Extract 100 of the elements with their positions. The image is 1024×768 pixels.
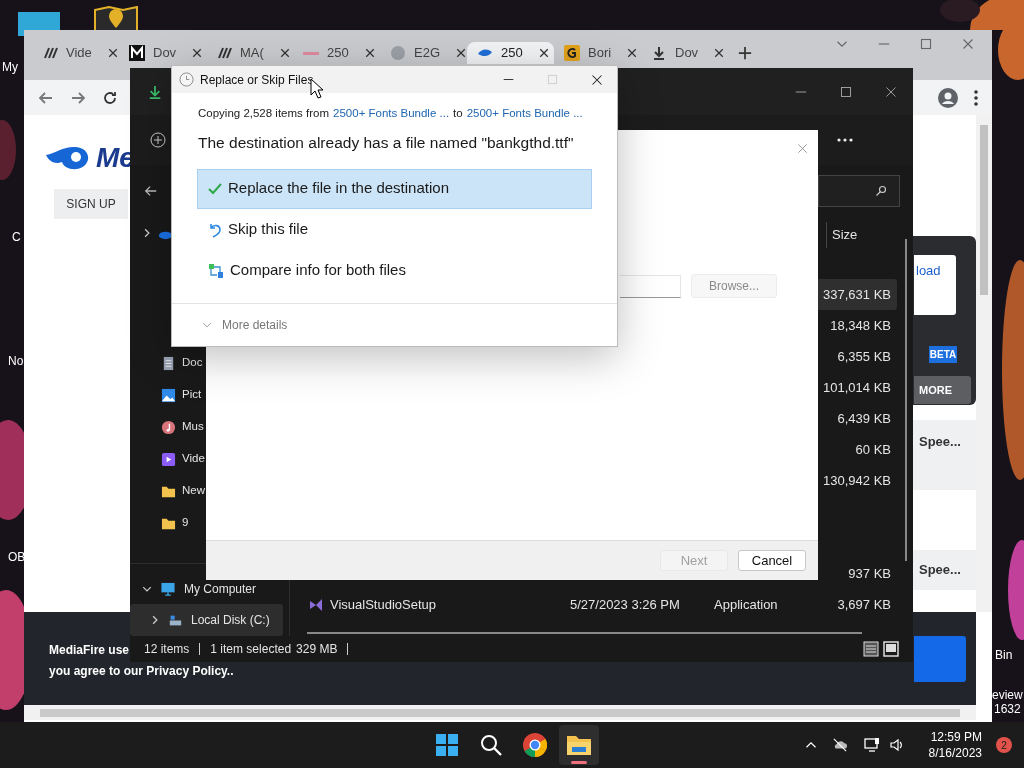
- nav-item[interactable]: New: [182, 482, 205, 500]
- speed-label: Spee...: [919, 433, 961, 451]
- slash-icon: [216, 45, 232, 61]
- desktop-icon-label: 1632: [994, 701, 1021, 718]
- close-icon: [962, 38, 974, 50]
- close-icon: [885, 85, 897, 98]
- chevron-down-icon: [202, 320, 212, 330]
- close-icon: [364, 48, 375, 58]
- reload-icon: [102, 89, 118, 106]
- sign-up-button[interactable]: SIGN UP: [54, 189, 128, 219]
- nav-item[interactable]: Vide: [182, 450, 205, 468]
- destination-link[interactable]: 2500+ Fonts Bundle ...: [466, 105, 583, 123]
- browser-tab[interactable]: Dov: [641, 42, 728, 64]
- browser-tab[interactable]: 250: [467, 42, 554, 64]
- copy-info-text: to: [453, 106, 463, 121]
- cancel-button[interactable]: Cancel: [738, 550, 806, 571]
- close-icon: [714, 48, 725, 58]
- search-icon: [875, 185, 887, 197]
- maximize-icon: [920, 38, 932, 50]
- chevron-down-icon: [142, 584, 152, 594]
- undo-arrow-icon: [208, 221, 222, 238]
- nav-item[interactable]: My Computer: [184, 580, 257, 598]
- clock-date[interactable]: 8/16/2023: [928, 745, 982, 761]
- cookie-text: you agree to our Privacy Policy..: [49, 663, 234, 680]
- search-field[interactable]: [818, 175, 900, 207]
- tab-title: 250: [501, 44, 523, 63]
- file-date: 5/27/2023 3:26 PM: [570, 595, 681, 614]
- nav-item[interactable]: Local Disk (C:): [130, 604, 283, 636]
- clock-icon: [179, 72, 194, 87]
- letter-icon: [564, 45, 580, 61]
- file-size: 101,014 KB: [823, 378, 891, 397]
- tab-title: Dov: [153, 44, 177, 63]
- browser-tab[interactable]: MA(: [206, 42, 293, 64]
- chrome-icon: [523, 733, 547, 757]
- music-icon: [161, 419, 176, 435]
- desktop-icon-label: No: [8, 353, 24, 370]
- copy-info-text: Copying 2,528 items from: [198, 106, 330, 121]
- file-size: 130,942 KB: [823, 471, 891, 490]
- globe-icon: [390, 45, 406, 61]
- close-icon: [192, 48, 203, 58]
- desktop-icon-label: C: [12, 229, 21, 246]
- download-button[interactable]: load: [914, 255, 956, 315]
- back-arrow-icon: [144, 184, 158, 198]
- letter-icon: [129, 45, 145, 61]
- picture-icon: [161, 387, 176, 403]
- browser-tab[interactable]: 250: [293, 42, 380, 64]
- folder-icon: [566, 734, 592, 756]
- close-icon: [279, 48, 290, 58]
- details-view-icon: [863, 641, 879, 657]
- file-size: 6,439 KB: [837, 409, 891, 428]
- file-name: VisualStudioSetup: [330, 595, 437, 614]
- dialog-option[interactable]: Compare info for both files: [197, 250, 592, 291]
- search-icon: [480, 734, 502, 756]
- browser-tab[interactable]: Vide: [32, 42, 119, 64]
- document-icon: [161, 355, 176, 371]
- browser-tab[interactable]: E2G: [380, 42, 467, 64]
- dialog-option[interactable]: Replace the file in the destination: [197, 168, 592, 209]
- drive-icon: [168, 613, 183, 627]
- tab-title: Vide: [66, 44, 92, 63]
- cookie-text: MediaFire use: [49, 642, 130, 659]
- profile-icon: [938, 87, 958, 108]
- file-row[interactable]: VisualStudioSetup 5/27/2023 3:26 PM Application 3,697 KB: [290, 589, 897, 620]
- download-icon: [651, 45, 667, 61]
- browser-tab[interactable]: Bori: [554, 42, 641, 64]
- close-icon: [627, 48, 638, 58]
- tiles-view-icon: [883, 641, 899, 657]
- tab-title: Dov: [675, 44, 699, 63]
- plus-icon: [738, 46, 752, 60]
- maximize-icon: [547, 74, 558, 85]
- nav-item[interactable]: Mus: [182, 418, 204, 436]
- more-details-toggle[interactable]: More details: [222, 316, 288, 334]
- file-size: 337,631 KB: [823, 285, 891, 304]
- source-link[interactable]: 2500+ Fonts Bundle ...: [333, 105, 450, 123]
- tab-title: Bori: [588, 44, 612, 63]
- plus-circle-icon: [150, 132, 166, 148]
- volume-icon: [888, 737, 905, 753]
- dialog-option[interactable]: Skip this file: [197, 209, 592, 250]
- forward-arrow-icon: [70, 89, 86, 106]
- desktop-icon-label: OB: [8, 549, 26, 566]
- clock-time[interactable]: 12:59 PM: [930, 729, 982, 745]
- menu-icon: [974, 89, 978, 106]
- chevron-right-icon: [150, 615, 160, 625]
- path-field[interactable]: [620, 274, 681, 298]
- nav-item[interactable]: 9: [182, 514, 189, 532]
- nav-item[interactable]: Doc: [182, 354, 203, 372]
- taskbar-app[interactable]: [559, 725, 599, 765]
- more-button[interactable]: MORE: [914, 376, 971, 404]
- chevron-right-icon: [142, 228, 152, 238]
- browser-tab[interactable]: Dov: [119, 42, 206, 64]
- maximize-icon: [840, 85, 852, 98]
- network-icon: [862, 737, 881, 753]
- compare-icon: [208, 262, 224, 279]
- notification-badge[interactable]: 2: [996, 737, 1012, 753]
- monitor-icon: [160, 581, 176, 597]
- desktop-icon-label: My: [2, 59, 18, 76]
- video-icon: [161, 451, 176, 467]
- slash-icon: [42, 45, 58, 61]
- status-text: 12 items: [144, 641, 190, 658]
- nav-item[interactable]: Pict: [182, 386, 202, 404]
- windows-logo-icon: [436, 734, 458, 756]
